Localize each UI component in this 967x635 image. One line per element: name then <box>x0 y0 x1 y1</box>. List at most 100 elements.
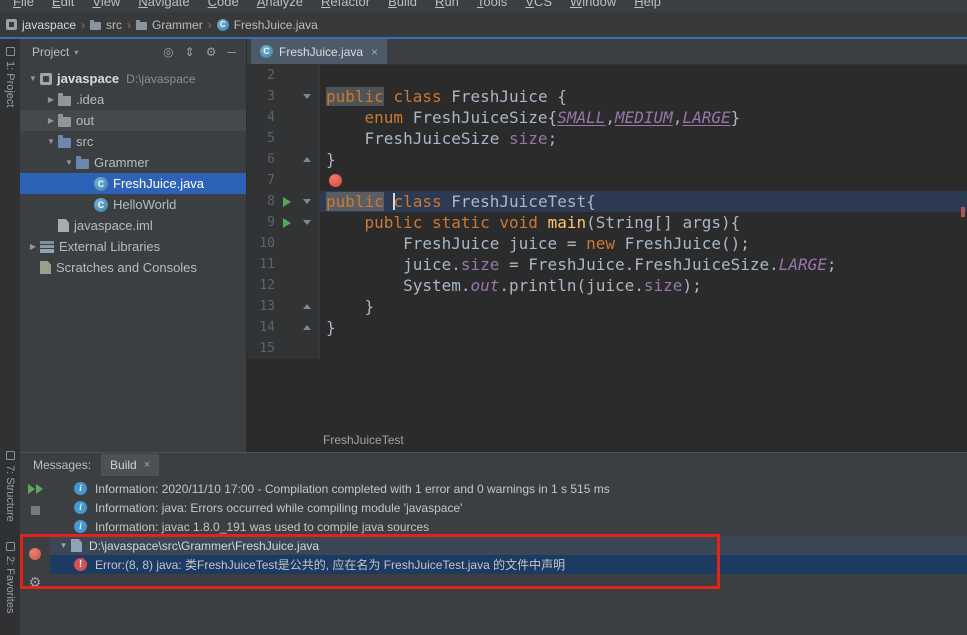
menu-item-tools[interactable]: Tools <box>468 0 516 12</box>
close-icon[interactable]: × <box>371 45 378 59</box>
gear-icon[interactable]: ⚙ <box>206 46 217 58</box>
tree-row-idea[interactable]: ▶ .idea <box>20 89 246 110</box>
ide-window: File Edit View Navigate Code Analyze Ref… <box>0 0 967 635</box>
menu-item-navigate[interactable]: Navigate <box>129 0 198 12</box>
settings-gear-icon[interactable]: ⚙ <box>20 574 50 591</box>
menu-item-analyze[interactable]: Analyze <box>248 0 312 12</box>
menu-item-refactor[interactable]: Refactor <box>312 0 379 12</box>
gutter: 10 <box>247 233 320 254</box>
expand-collapse-icon[interactable]: ⇕ <box>185 46 195 58</box>
class-icon: C <box>260 45 273 58</box>
menu-item-build[interactable]: Build <box>379 0 426 12</box>
error-filter-icon[interactable] <box>20 548 50 560</box>
tree-row-out[interactable]: ▶ out <box>20 110 246 131</box>
menu-item-code[interactable]: Code <box>199 0 248 12</box>
tree-row-src[interactable]: ▼ src <box>20 131 246 152</box>
breadcrumb-grammer[interactable]: Grammer <box>136 18 203 32</box>
message-row-info-1[interactable]: i Information: 2020/11/10 17:00 - Compil… <box>50 479 967 498</box>
tab-build[interactable]: Build × <box>101 454 160 476</box>
code-text[interactable]: juice.size = FreshJuice.FreshJuiceSize.L… <box>320 254 967 275</box>
code-text[interactable]: } <box>320 149 967 170</box>
locate-file-icon[interactable]: ◎ <box>163 46 173 58</box>
fold-close-icon[interactable] <box>303 325 311 330</box>
error-intention-bulb-icon[interactable] <box>329 174 342 187</box>
code-text[interactable]: FreshJuice juice = new FreshJuice(); <box>320 233 967 254</box>
run-main-icon[interactable] <box>282 217 291 228</box>
breadcrumb-freshjuice-java[interactable]: C FreshJuice.java <box>216 17 318 32</box>
rerun-build-icon[interactable] <box>20 484 50 494</box>
code-text[interactable] <box>320 338 967 359</box>
tree-row-external-libraries[interactable]: ▶ External Libraries <box>20 236 246 257</box>
line-number: 7 <box>267 173 275 188</box>
expand-arrow-icon[interactable]: ▼ <box>44 137 58 146</box>
collapse-arrow-icon[interactable]: ▶ <box>44 95 58 104</box>
menu-item-vcs[interactable]: VCS <box>516 0 561 12</box>
menu-item-run[interactable]: Run <box>426 0 468 12</box>
tree-row-helloworld[interactable]: C HelloWorld <box>20 194 246 215</box>
editor-area: C FreshJuice.java × 2 3 public class Fre… <box>247 39 967 452</box>
code-text[interactable] <box>320 65 967 86</box>
tree-row-freshjuice-java[interactable]: C FreshJuice.java <box>20 173 246 194</box>
expand-arrow-icon[interactable]: ▼ <box>26 74 40 83</box>
line-number: 13 <box>259 299 275 314</box>
menu-item-view[interactable]: View <box>83 0 129 12</box>
menu-item-window[interactable]: Window <box>561 0 625 12</box>
tool-button-structure[interactable]: 7: Structure <box>0 451 20 522</box>
code-text[interactable]: } <box>320 317 967 338</box>
collapse-arrow-icon[interactable]: ▶ <box>44 116 58 125</box>
message-row-info-3[interactable]: i Information: javac 1.8.0_191 was used … <box>50 517 967 536</box>
menu-item-edit[interactable]: Edit <box>43 0 83 12</box>
code-text[interactable]: FreshJuiceSize size; <box>320 128 967 149</box>
menu-item-help[interactable]: Help <box>625 0 670 12</box>
fold-close-icon[interactable] <box>303 304 311 309</box>
code-text[interactable]: } <box>320 296 967 317</box>
code-text[interactable]: enum FreshJuiceSize{SMALL,MEDIUM,LARGE} <box>320 107 967 128</box>
collapse-arrow-icon[interactable]: ▶ <box>26 242 40 251</box>
message-file-path: D:\javaspace\src\Grammer\FreshJuice.java <box>89 538 320 553</box>
fold-open-icon[interactable] <box>303 94 311 99</box>
stop-icon[interactable] <box>20 506 50 515</box>
close-icon[interactable]: × <box>144 459 150 471</box>
breadcrumb-label: FreshJuice.java <box>233 17 318 32</box>
tab-freshjuice-java[interactable]: C FreshJuice.java × <box>251 39 388 64</box>
message-row-error[interactable]: ! Error:(8, 8) java: 类FreshJuiceTest是公共的… <box>50 555 967 574</box>
gutter: 12 <box>247 275 320 296</box>
code-text[interactable]: System.out.println(juice.size); <box>320 275 967 296</box>
expand-arrow-icon[interactable]: ▼ <box>62 158 76 167</box>
line-number: 8 <box>267 194 275 209</box>
hide-panel-icon[interactable]: ─ <box>227 46 236 58</box>
chevron-separator-icon: › <box>207 17 212 32</box>
tree-row-grammer[interactable]: ▼ Grammer <box>20 152 246 173</box>
breadcrumb-label: Grammer <box>152 17 203 32</box>
project-panel-title[interactable]: Project <box>32 45 69 59</box>
libraries-icon <box>40 240 54 253</box>
code-text[interactable]: public static void main(String[] args){ <box>320 212 967 233</box>
message-row-file[interactable]: ▼ D:\javaspace\src\Grammer\FreshJuice.ja… <box>50 536 967 555</box>
project-icon <box>6 19 17 30</box>
gutter: 2 <box>247 65 320 86</box>
fold-open-icon[interactable] <box>303 220 311 225</box>
breadcrumb-freshjuicetest[interactable]: FreshJuiceTest <box>323 433 404 447</box>
message-row-info-2[interactable]: i Information: java: Errors occurred whi… <box>50 498 967 517</box>
tree-label: src <box>76 134 94 149</box>
code-text[interactable] <box>320 170 967 191</box>
expand-arrow-icon[interactable]: ▼ <box>56 541 71 550</box>
fold-close-icon[interactable] <box>303 157 311 162</box>
code-text[interactable]: public class FreshJuice { <box>320 86 967 107</box>
source-folder-icon <box>58 134 71 148</box>
breadcrumb-javaspace[interactable]: javaspace <box>6 18 76 32</box>
tree-row-javaspace-iml[interactable]: javaspace.iml <box>20 215 246 236</box>
menu-item-file[interactable]: File <box>4 0 43 12</box>
code-text[interactable]: public class FreshJuiceTest{ <box>320 191 967 212</box>
tree-row-javaspace[interactable]: ▼ javaspace D:\javaspace <box>20 68 246 89</box>
tool-button-project[interactable]: 1: Project <box>0 47 20 107</box>
message-text: Information: javac 1.8.0_191 was used to… <box>95 519 430 534</box>
run-class-icon[interactable] <box>282 196 291 207</box>
tool-button-favorites[interactable]: 2: Favorites <box>0 542 20 613</box>
fold-open-icon[interactable] <box>303 199 311 204</box>
chevron-down-icon[interactable]: ▾ <box>74 48 78 57</box>
tree-row-scratches[interactable]: Scratches and Consoles <box>20 257 246 278</box>
structure-tool-icon <box>5 451 15 460</box>
error-stripe-mark[interactable] <box>961 207 965 217</box>
breadcrumb-src[interactable]: src <box>90 18 122 32</box>
